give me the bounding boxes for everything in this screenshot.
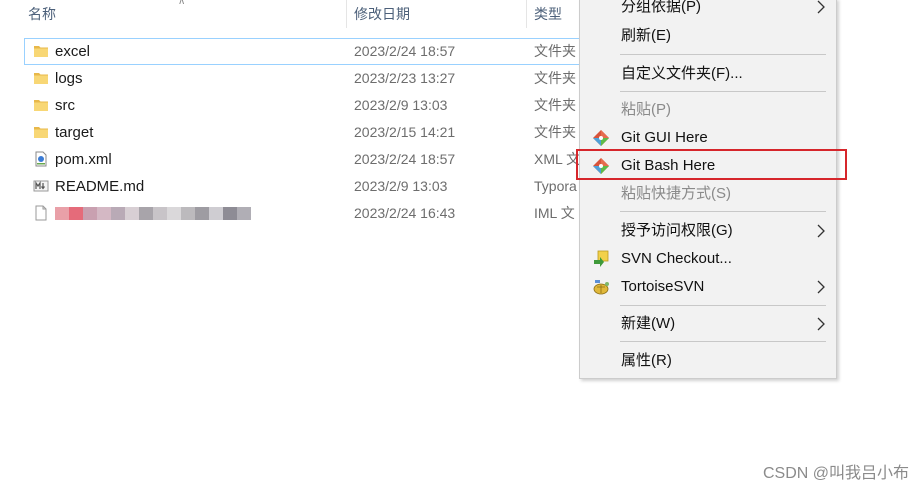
file-row-readme-md[interactable]: README.md 2023/2/9 13:03 Typora	[24, 173, 586, 200]
blank-file-icon	[35, 205, 47, 221]
column-divider[interactable]	[346, 0, 347, 28]
menu-item-git-gui-here[interactable]: Git GUI Here	[580, 125, 836, 151]
file-type: 文件夹	[534, 124, 576, 140]
file-row-target[interactable]: target 2023/2/15 14:21 文件夹	[24, 119, 586, 146]
file-row-logs[interactable]: logs 2023/2/23 13:27 文件夹	[24, 65, 586, 92]
menu-item-label: 分组依据(P)	[621, 0, 701, 15]
file-name: pom.xml	[55, 151, 112, 168]
file-date: 2023/2/24 18:57	[354, 151, 456, 167]
chevron-right-icon	[817, 0, 825, 14]
menu-item-svn-checkout[interactable]: SVN Checkout...	[580, 246, 836, 272]
file-explorer: 名称 ∧ 修改日期 类型 excel 2023/2/24 18:57 文件夹 l…	[0, 0, 923, 495]
chevron-right-icon	[817, 280, 825, 294]
folder-icon	[34, 46, 48, 57]
folder-icon	[34, 127, 48, 138]
menu-item-label: 刷新(E)	[621, 27, 671, 44]
file-row-excel[interactable]: excel 2023/2/24 18:57 文件夹	[24, 38, 586, 65]
file-name: README.md	[55, 178, 145, 195]
menu-item-label: 粘贴(P)	[621, 101, 671, 118]
menu-item-label: 粘贴快捷方式(S)	[621, 185, 731, 202]
file-type: IML 文	[534, 205, 575, 221]
context-menu: 分组依据(P) 刷新(E) 自定义文件夹(F)... 粘贴(P) Git GUI…	[579, 0, 837, 379]
chevron-right-icon	[817, 317, 825, 331]
menu-separator	[620, 341, 826, 342]
file-date: 2023/2/24 18:57	[354, 43, 456, 59]
markdown-file-icon	[33, 180, 49, 192]
folder-icon	[34, 100, 48, 111]
file-type: 文件夹	[534, 43, 576, 59]
menu-item-label: SVN Checkout...	[621, 250, 732, 267]
menu-item-tortoisesvn[interactable]: TortoiseSVN	[580, 274, 836, 300]
menu-item-label: 属性(R)	[621, 352, 672, 369]
column-divider[interactable]	[526, 0, 527, 28]
file-type: 文件夹	[534, 97, 576, 113]
annotation-highlight-box	[576, 149, 847, 180]
menu-separator	[620, 54, 826, 55]
file-name: target	[55, 124, 94, 141]
menu-item-give-access[interactable]: 授予访问权限(G)	[580, 218, 836, 244]
menu-item-label: TortoiseSVN	[621, 278, 705, 295]
watermark: CSDN @叫我吕小布	[762, 465, 909, 482]
menu-item-paste-shortcut: 粘贴快捷方式(S)	[580, 181, 836, 207]
menu-separator	[620, 91, 826, 92]
file-name: src	[55, 97, 75, 114]
file-type: XML 文	[534, 151, 581, 167]
sort-caret-icon: ∧	[178, 0, 186, 7]
file-name: logs	[55, 70, 83, 87]
file-date: 2023/2/23 13:27	[354, 70, 456, 86]
file-date: 2023/2/9 13:03	[354, 97, 448, 113]
menu-item-label: 新建(W)	[621, 315, 676, 332]
folder-icon	[34, 73, 48, 84]
chevron-right-icon	[817, 224, 825, 238]
redacted-file-name	[55, 207, 251, 220]
menu-separator	[620, 305, 826, 306]
file-name: excel	[55, 43, 91, 60]
file-type: Typora	[534, 178, 577, 194]
file-row-src[interactable]: src 2023/2/9 13:03 文件夹	[24, 92, 586, 119]
menu-separator	[620, 211, 826, 212]
file-date: 2023/2/24 16:43	[354, 205, 456, 221]
menu-item-label: Git GUI Here	[621, 129, 708, 146]
menu-item-group-by[interactable]: 分组依据(P)	[580, 0, 836, 20]
menu-item-properties[interactable]: 属性(R)	[580, 348, 836, 374]
column-header-type[interactable]: 类型	[534, 0, 562, 28]
column-header-date-modified[interactable]: 修改日期	[354, 0, 410, 28]
file-date: 2023/2/15 14:21	[354, 124, 456, 140]
file-row-pom-xml[interactable]: pom.xml 2023/2/24 18:57 XML 文	[24, 146, 586, 173]
menu-item-customize-folder[interactable]: 自定义文件夹(F)...	[580, 61, 836, 87]
file-type: 文件夹	[534, 70, 576, 86]
menu-item-paste: 粘贴(P)	[580, 97, 836, 123]
svn-checkout-icon	[594, 250, 609, 267]
file-row-iml[interactable]: 2023/2/24 16:43 IML 文	[24, 200, 586, 227]
file-date: 2023/2/9 13:03	[354, 178, 448, 194]
menu-item-refresh[interactable]: 刷新(E)	[580, 23, 836, 49]
xml-file-icon	[35, 151, 47, 167]
menu-item-label: 授予访问权限(G)	[621, 222, 733, 239]
menu-item-new[interactable]: 新建(W)	[580, 311, 836, 337]
menu-item-label: 自定义文件夹(F)...	[621, 65, 743, 82]
git-icon	[593, 130, 609, 146]
tortoisesvn-icon	[593, 280, 609, 295]
column-header-name[interactable]: 名称	[28, 0, 56, 28]
